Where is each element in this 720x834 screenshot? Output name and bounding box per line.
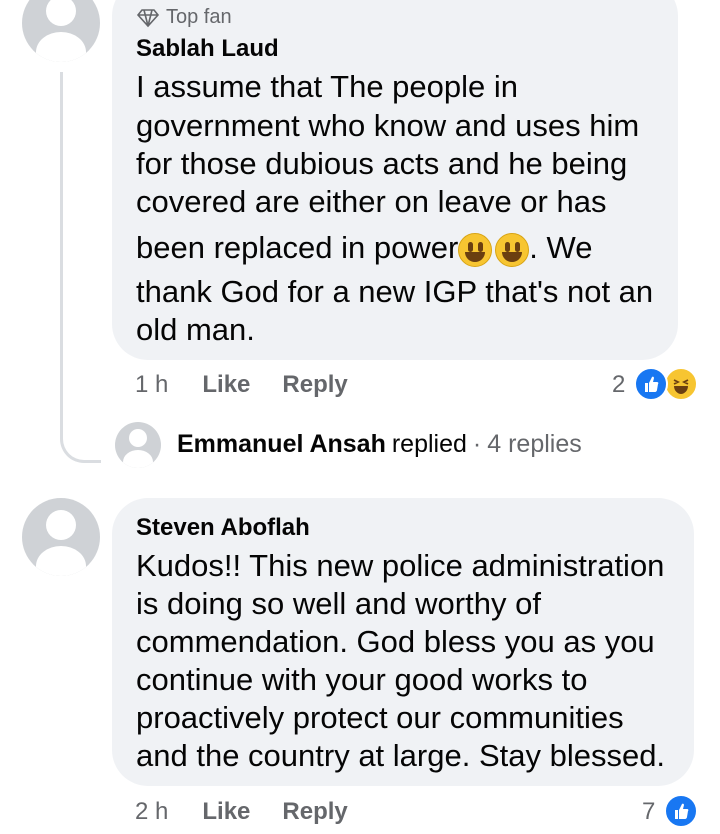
comment-timestamp[interactable]: 2 h bbox=[135, 798, 168, 826]
top-fan-badge: Top fan bbox=[136, 6, 232, 29]
separator: · bbox=[472, 430, 482, 458]
avatar-body bbox=[36, 32, 86, 62]
like-button[interactable]: Like bbox=[202, 371, 250, 399]
avatar-steven[interactable] bbox=[22, 498, 100, 576]
comment-actions: 2 h Like Reply bbox=[135, 798, 348, 826]
haha-reaction-icon bbox=[664, 367, 698, 401]
comment-bubble-steven: Steven Aboflah Kudos!! This new police a… bbox=[112, 498, 694, 786]
comment-text-line: proactively protect our communities bbox=[136, 700, 624, 735]
badge-label: Top fan bbox=[166, 6, 232, 28]
comment-text-line: thank God for a new IGP that's not an bbox=[136, 274, 654, 309]
reply-count: 4 replies bbox=[487, 430, 582, 458]
reaction-count[interactable]: 7 bbox=[642, 798, 655, 826]
comment-text-line: and the country at large. Stay blessed. bbox=[136, 738, 666, 773]
replied-text: replied bbox=[391, 430, 467, 458]
diamond-icon bbox=[136, 8, 160, 27]
comment-bubble-sablah: Top fan Sablah Laud I assume that The pe… bbox=[112, 0, 678, 360]
comment-text-line: been replaced in power . We bbox=[136, 230, 592, 267]
comment-text-line: commendation. God bless you as you bbox=[136, 624, 655, 659]
comment-text-line: government who know and uses him bbox=[136, 108, 640, 143]
avatar-head bbox=[46, 510, 76, 540]
reply-button[interactable]: Reply bbox=[282, 371, 347, 399]
comment-timestamp[interactable]: 1 h bbox=[135, 371, 168, 399]
thread-connector bbox=[60, 72, 101, 463]
comment-text-line: is doing so well and worthy of bbox=[136, 586, 541, 621]
grinning-face-emoji-icon bbox=[458, 232, 493, 267]
comment-text-line: for those dubious acts and he being bbox=[136, 146, 628, 181]
comment-text-fragment: been replaced in power bbox=[136, 230, 459, 265]
replier-name: Emmanuel Ansah bbox=[177, 430, 386, 458]
comment-text-line: old man. bbox=[136, 312, 255, 347]
view-replies-link[interactable]: Emmanuel Ansah replied · 4 replies bbox=[177, 430, 582, 459]
avatar-body bbox=[36, 546, 86, 576]
comment-author[interactable]: Steven Aboflah bbox=[136, 514, 310, 542]
comment-text-line: Kudos!! This new police administration bbox=[136, 548, 665, 583]
comment-text-line: covered are either on leave or has bbox=[136, 184, 607, 219]
comment-actions: 1 h Like Reply bbox=[135, 371, 348, 399]
reply-button[interactable]: Reply bbox=[282, 798, 347, 826]
avatar-sablah[interactable] bbox=[22, 0, 100, 62]
thumbs-up-reaction-icon bbox=[664, 794, 698, 828]
thumbs-up-reaction-icon bbox=[634, 367, 668, 401]
like-button[interactable]: Like bbox=[202, 798, 250, 826]
comment-text-fragment: . We bbox=[529, 230, 593, 265]
grinning-face-emoji-icon bbox=[495, 232, 530, 267]
comment-author[interactable]: Sablah Laud bbox=[136, 35, 279, 63]
comment-text-line: continue with your good works to bbox=[136, 662, 588, 697]
avatar-emmanuel[interactable] bbox=[115, 422, 161, 468]
comment-text-line: I assume that The people in bbox=[136, 69, 519, 104]
avatar-head bbox=[46, 0, 76, 26]
reaction-count[interactable]: 2 bbox=[612, 371, 625, 399]
avatar-head bbox=[129, 429, 147, 447]
avatar-body bbox=[123, 450, 153, 468]
